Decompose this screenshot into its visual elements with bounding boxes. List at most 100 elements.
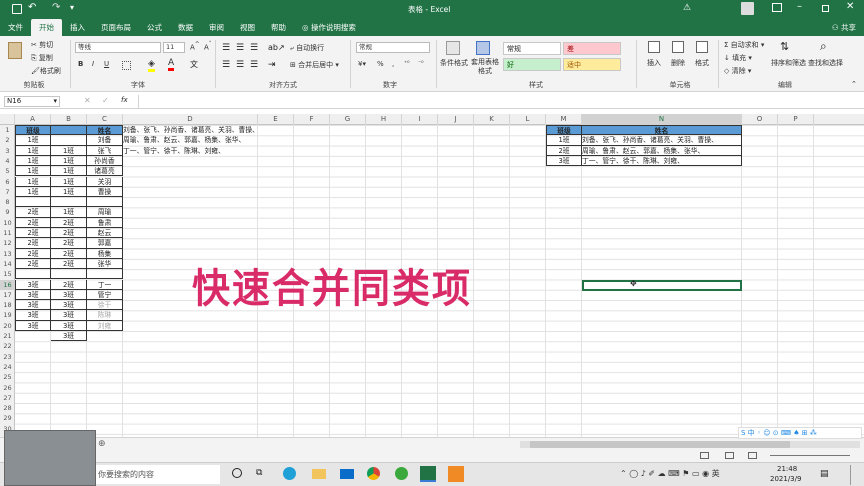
column-header-f[interactable]: F xyxy=(294,114,330,125)
align-left-icon[interactable]: ☰ xyxy=(222,60,230,70)
row-header-15[interactable]: 15 xyxy=(0,269,15,279)
undo-icon[interactable]: ↶ xyxy=(28,2,36,13)
name-cell[interactable]: 郭嘉 xyxy=(87,238,123,249)
copy-button[interactable]: ⎘ 复制 xyxy=(31,53,53,63)
row-header-24[interactable]: 24 xyxy=(0,362,15,372)
redo-icon[interactable]: ↷ xyxy=(52,2,60,13)
row-header-11[interactable]: 11 xyxy=(0,228,15,238)
cortana-icon[interactable] xyxy=(232,468,242,478)
file-explorer-icon[interactable] xyxy=(312,469,326,479)
name-box[interactable]: N16 ▾ xyxy=(4,96,60,107)
column-header-d[interactable]: D xyxy=(123,114,258,125)
mail-icon[interactable] xyxy=(340,469,354,479)
underline-button[interactable]: U xyxy=(104,60,109,68)
class-cell[interactable]: 1班 xyxy=(15,186,51,198)
grow-font-icon[interactable]: A^ xyxy=(190,42,200,51)
header-blank[interactable] xyxy=(51,125,87,136)
summary-class-cell[interactable]: 2班 xyxy=(546,145,582,156)
name-cell[interactable]: 刘备 xyxy=(87,135,123,146)
orientation-icon[interactable]: ab↗ xyxy=(268,43,285,52)
format-painter-button[interactable]: 🖌格式刷 xyxy=(31,66,61,76)
style-normal[interactable]: 常规 xyxy=(503,42,561,55)
collapse-ribbon-icon[interactable]: ⌃ xyxy=(851,80,857,88)
helper-class-cell[interactable] xyxy=(51,197,87,208)
restore-icon[interactable] xyxy=(822,5,829,12)
row-header-29[interactable]: 29 xyxy=(0,413,15,423)
name-cell[interactable] xyxy=(87,197,123,208)
row-header-2[interactable]: 2 xyxy=(0,135,15,145)
name-cell[interactable]: 张华 xyxy=(87,258,123,270)
class-cell[interactable]: 1班 xyxy=(15,145,51,156)
sort-filter-button[interactable]: 排序和筛选 xyxy=(771,58,806,68)
number-format-combo[interactable]: 常规 xyxy=(356,42,430,53)
find-select-button[interactable]: 查找和选择 xyxy=(808,58,843,68)
tab-insert[interactable]: 插入 xyxy=(62,19,93,36)
class-cell[interactable]: 3班 xyxy=(15,289,51,301)
summary-header-name[interactable]: 姓名 xyxy=(582,125,742,136)
row-header-9[interactable]: 9 xyxy=(0,207,15,217)
row-header-18[interactable]: 18 xyxy=(0,300,15,310)
tell-me-search[interactable]: ◎ 操作说明搜索 xyxy=(294,19,364,36)
row-header-7[interactable]: 7 xyxy=(0,187,15,197)
cut-button[interactable]: ✂ 剪切 xyxy=(31,40,53,50)
summary-names-cell[interactable]: 周瑜、鲁肃、赵云、郭嘉、杨集、张华、 xyxy=(582,145,742,156)
summary-names-cell[interactable]: 丁一、管宁、徐干、陈琳、刘雍、 xyxy=(582,155,742,167)
edge-icon[interactable] xyxy=(283,467,296,480)
helper-class-cell[interactable]: 3班 xyxy=(51,331,87,342)
helper-class-cell[interactable] xyxy=(51,269,87,280)
class-cell[interactable]: 2班 xyxy=(15,248,51,259)
helper-class-cell[interactable]: 3班 xyxy=(51,310,87,321)
row-header-10[interactable]: 10 xyxy=(0,218,15,228)
row-header-12[interactable]: 12 xyxy=(0,238,15,248)
column-header-j[interactable]: J xyxy=(438,114,474,125)
merge-center-button[interactable]: ⊞ 合并后居中 ▾ xyxy=(290,60,339,70)
name-cell[interactable]: 孙尚香 xyxy=(87,155,123,167)
bold-button[interactable]: B xyxy=(78,60,83,68)
taskbar-search-box[interactable]: 你要搜索的内容 xyxy=(96,465,220,484)
tab-home[interactable]: 开始 xyxy=(31,19,62,36)
name-cell[interactable]: 诸葛亮 xyxy=(87,166,123,177)
class-cell[interactable]: 2班 xyxy=(15,228,51,239)
class-cell[interactable]: 3班 xyxy=(15,310,51,321)
autosum-button[interactable]: Σ 自动求和 ▾ xyxy=(724,40,764,50)
name-cell[interactable]: 徐干 xyxy=(87,300,123,311)
helper-class-cell[interactable]: 1班 xyxy=(51,186,87,198)
helper-class-cell[interactable]: 1班 xyxy=(51,145,87,156)
tab-data[interactable]: 数据 xyxy=(170,19,201,36)
tab-formulas[interactable]: 公式 xyxy=(139,19,170,36)
font-color-icon[interactable]: A xyxy=(168,58,175,71)
delete-cells-icon[interactable] xyxy=(672,41,684,53)
name-cell[interactable]: 管宁 xyxy=(87,289,123,301)
row-header-13[interactable]: 13 xyxy=(0,249,15,259)
app-icon[interactable] xyxy=(448,466,464,482)
page-break-view-icon[interactable] xyxy=(748,452,757,459)
class-cell[interactable]: 1班 xyxy=(15,176,51,187)
currency-icon[interactable]: ¥▾ xyxy=(358,60,366,68)
conditional-format-button[interactable]: 条件格式 xyxy=(440,58,468,68)
notification-icon[interactable]: ▤ xyxy=(820,469,829,479)
row-header-14[interactable]: 14 xyxy=(0,259,15,269)
share-button[interactable]: ⚇ 共享 xyxy=(824,19,864,36)
clear-button[interactable]: ◇ 清除 ▾ xyxy=(724,66,751,76)
insert-function-button[interactable]: fx xyxy=(121,96,128,104)
normal-view-icon[interactable] xyxy=(700,452,709,459)
column-header-p[interactable]: P xyxy=(778,114,814,125)
row-header-16[interactable]: 16 xyxy=(0,279,15,290)
row-header-23[interactable]: 23 xyxy=(0,352,15,362)
chrome-icon[interactable] xyxy=(367,467,380,480)
comma-button[interactable]: , xyxy=(392,60,394,68)
class-cell[interactable]: 2班 xyxy=(15,238,51,249)
find-select-icon[interactable]: ⌕ xyxy=(820,39,827,54)
column-header-c[interactable]: C xyxy=(87,114,123,125)
avatar[interactable] xyxy=(741,2,754,15)
format-as-table-button[interactable]: 套用表格格式 xyxy=(470,58,500,76)
helper-class-cell[interactable]: 1班 xyxy=(51,207,87,218)
row-header-27[interactable]: 27 xyxy=(0,393,15,403)
fill-button[interactable]: ↓ 填充 ▾ xyxy=(724,53,752,63)
column-header-o[interactable]: O xyxy=(742,114,778,125)
helper-class-cell[interactable]: 2班 xyxy=(51,217,87,228)
tab-file[interactable]: 文件 xyxy=(0,19,31,36)
tab-view[interactable]: 视图 xyxy=(232,19,263,36)
name-cell[interactable]: 赵云 xyxy=(87,228,123,239)
row-header-19[interactable]: 19 xyxy=(0,310,15,320)
